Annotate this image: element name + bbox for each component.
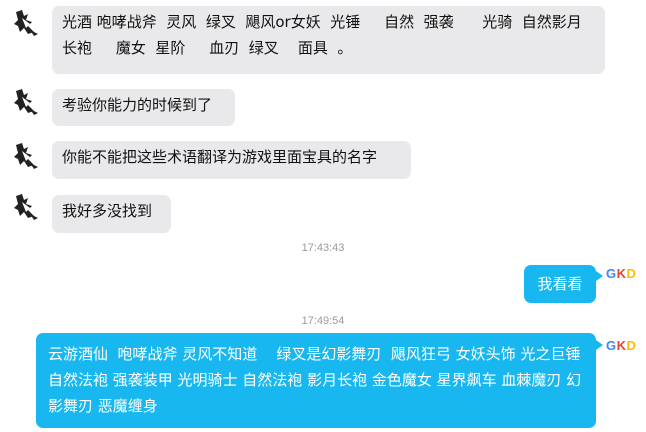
contact-avatar-icon[interactable]: [12, 141, 42, 171]
message-bubble-outgoing[interactable]: 我看看: [524, 265, 596, 303]
message-bubble-incoming[interactable]: 我好多没找到: [52, 195, 171, 233]
timestamp: 17:43:43: [301, 242, 345, 254]
message-bubble-incoming[interactable]: 你能不能把这些术语翻译为游戏里面宝具的名字: [52, 141, 411, 179]
bubble-tail: [596, 271, 603, 281]
avatar-letter: K: [616, 338, 627, 353]
avatar-letter: D: [626, 266, 637, 281]
timestamp: 17:49:54: [301, 315, 345, 327]
contact-avatar-icon[interactable]: [12, 192, 42, 222]
self-avatar-icon[interactable]: GKD: [606, 266, 640, 282]
bubble-tail: [596, 340, 603, 350]
message-bubble-incoming[interactable]: 光酒 咆哮战斧 灵风 绿叉 飓风or女妖 光锤 自然 强袭 光骑 自然影月长袍 …: [52, 6, 605, 74]
self-avatar-icon[interactable]: GKD: [606, 338, 640, 354]
message-bubble-outgoing[interactable]: 云游酒仙 咆哮战斧 灵风不知道 绿叉是幻影舞刃 飓风狂弓 女妖头饰 光之巨锤 自…: [36, 333, 596, 428]
avatar-letter: G: [606, 338, 617, 353]
avatar-letter: K: [616, 266, 627, 281]
contact-avatar-icon[interactable]: [12, 87, 42, 117]
contact-avatar-icon[interactable]: [12, 8, 42, 38]
message-bubble-incoming[interactable]: 考验你能力的时候到了: [52, 89, 235, 126]
avatar-letter: G: [606, 266, 617, 281]
avatar-letter: D: [626, 338, 637, 353]
